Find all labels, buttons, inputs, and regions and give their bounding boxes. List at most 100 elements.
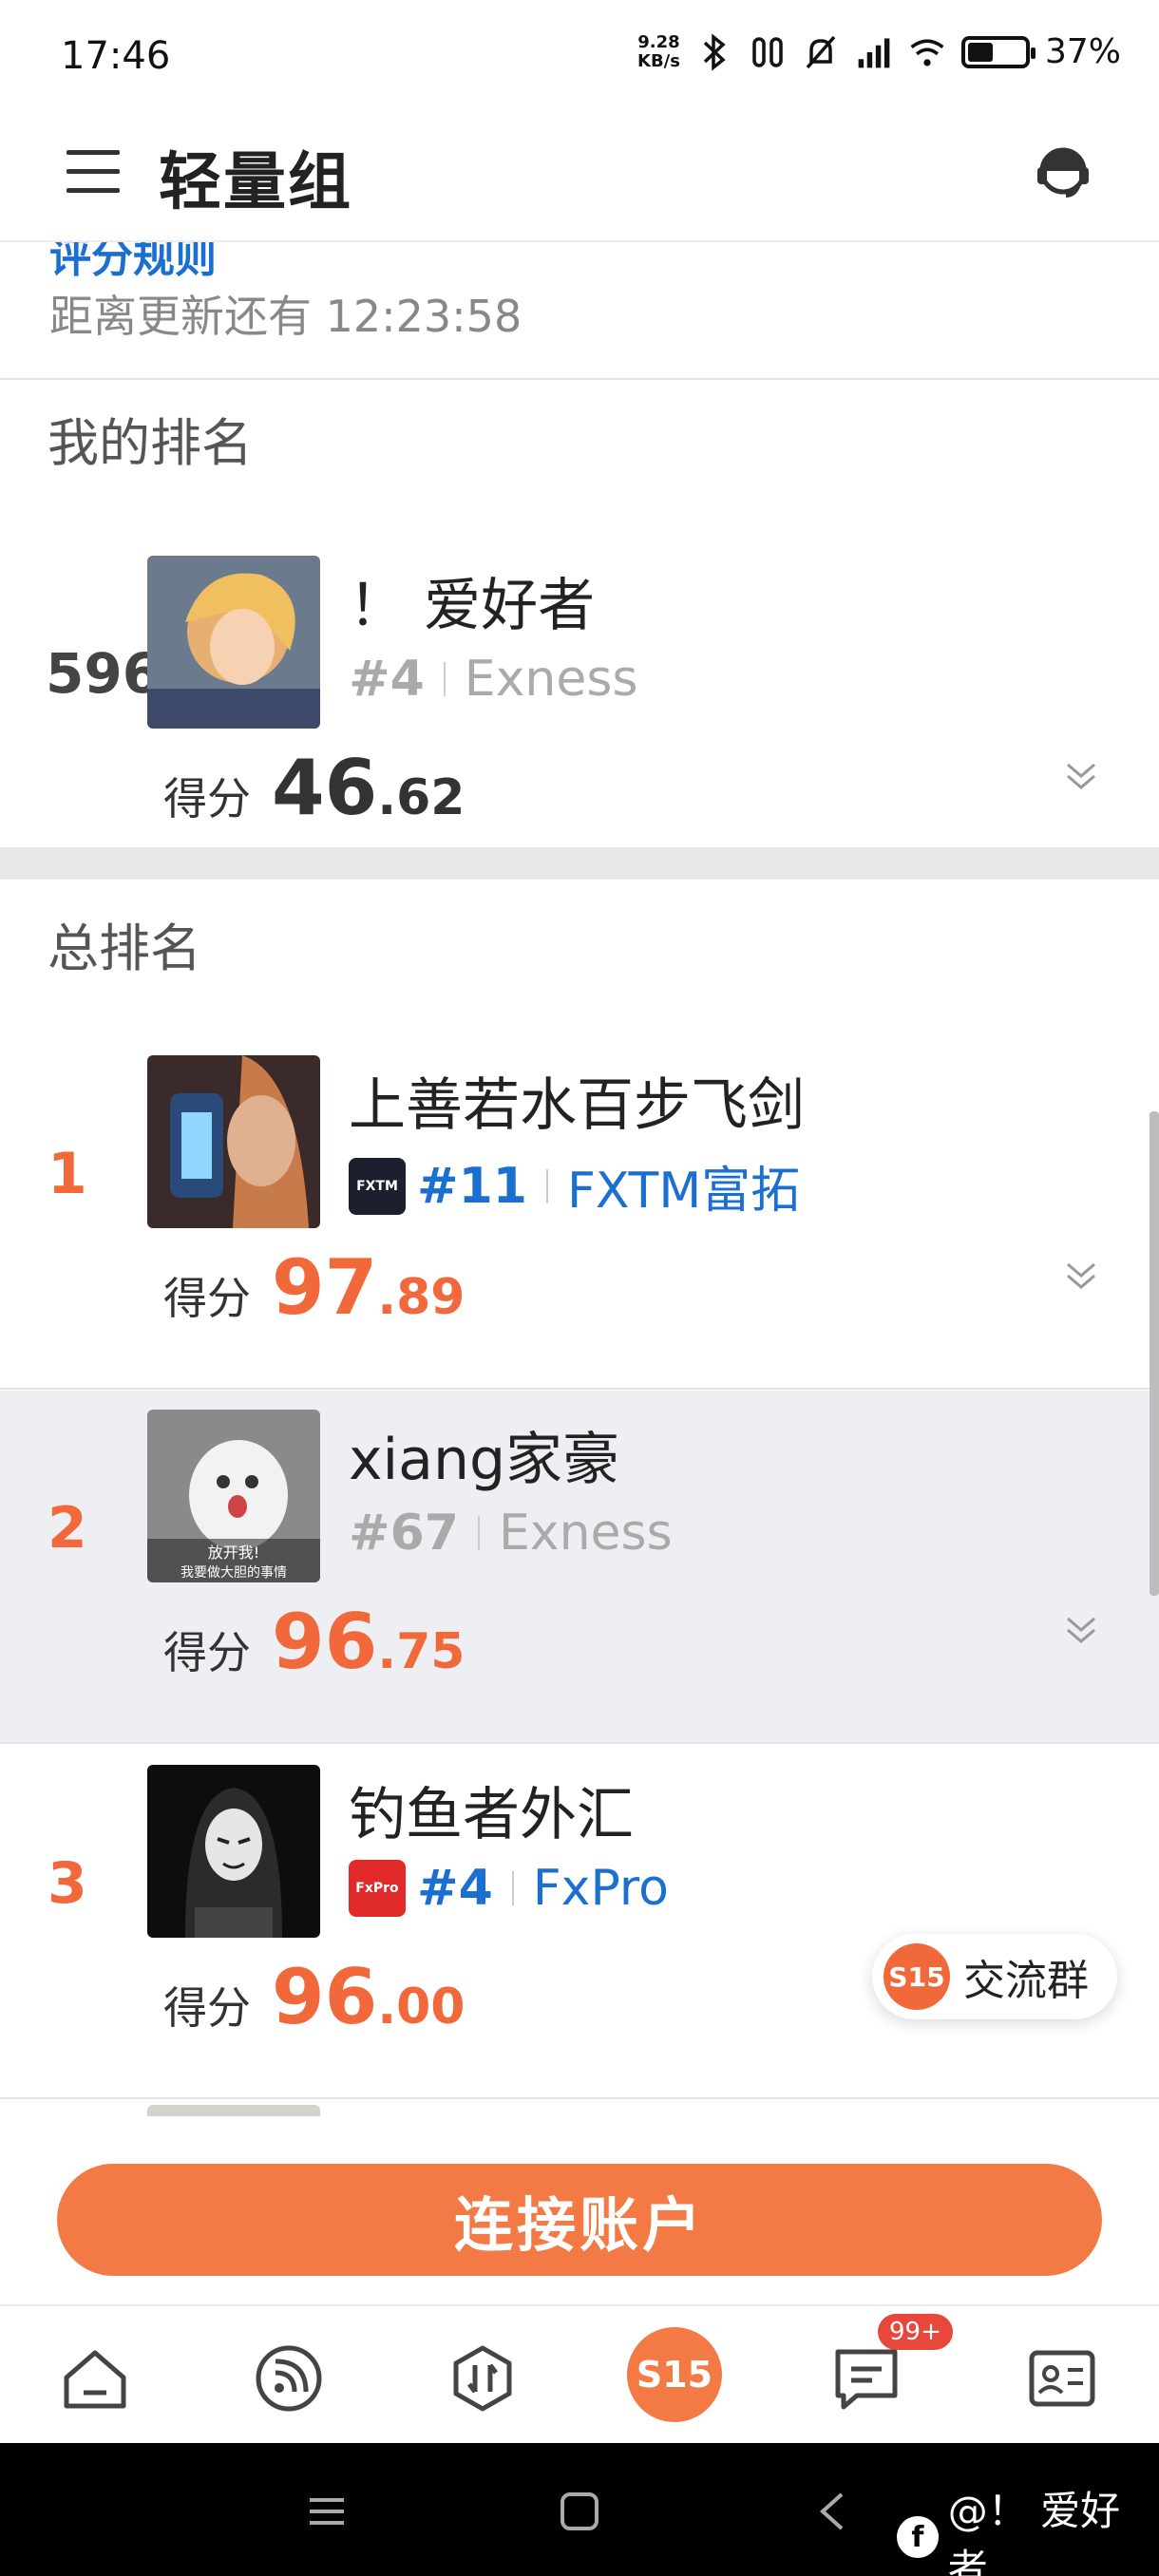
broker-rank: #4 [349,651,425,708]
broker-rank: #11 [417,1157,527,1215]
watermark-text: @！ 爱好者 [947,2488,1121,2576]
broker-name: FXTM富拓 [566,1163,801,1220]
chat-group-label: 交流群 [963,1957,1089,2005]
page-title: 轻量组 [159,145,352,218]
score-label: 得分 [163,1627,251,1678]
broker-info: #67 Exness [349,1505,673,1562]
wifi-icon [908,33,946,71]
score-decimal: .62 [377,769,466,826]
net-speed-unit: KB/s [637,50,680,71]
broker-rank: #67 [349,1505,459,1562]
broker-logo: FXTM [349,1157,406,1215]
my-ranking-title: 我的排名 [48,413,253,473]
s15-center-tab[interactable]: S15 [627,2327,722,2422]
status-bar: 17:46 9.28 KB/s 37% [0,0,1159,109]
divider [443,662,446,696]
watermark: f @！ 爱好者 [897,2479,1159,2576]
divider [477,1516,480,1550]
mute-bell-icon [802,33,840,71]
bluetooth-icon [695,32,733,71]
score: 得分 46 .62 [163,744,465,832]
menu-icon[interactable] [66,150,120,194]
chat-group-button[interactable]: S15 交流群 [872,1934,1117,2019]
home-button-icon[interactable] [551,2483,608,2540]
broker-info: #4 Exness [349,651,638,708]
home-icon[interactable] [57,2340,133,2416]
overall-ranking-title: 总排名 [48,919,201,978]
my-ranking-card: 我的排名 596 ！ 爱好者 #4 Exness 得分 46 .62 [0,380,1159,847]
update-countdown: 距离更新还有 12:23:58 [49,291,522,342]
score-label: 得分 [163,1982,251,2034]
chevron-down-icon[interactable] [1062,1611,1100,1649]
score-integer: 96 [272,1598,378,1686]
connect-account-button[interactable]: 连接账户 [57,2164,1102,2276]
cta-area: 连接账户 [0,2116,1159,2304]
score: 得分 97 .89 [163,1243,465,1332]
trade-icon[interactable] [445,2340,521,2416]
ranking-content[interactable]: 评分规则 距离更新还有 12:23:58 我的排名 596 ！ 爱好者 #4 E… [0,242,1159,2118]
net-speed: 9.28 KB/s [637,31,680,71]
feed-icon[interactable] [251,2340,327,2416]
score-integer: 46 [272,744,378,832]
message-icon[interactable] [828,2340,904,2416]
social-logo-icon: f [897,2516,939,2558]
scrollbar[interactable] [1150,1111,1159,1596]
battery-percent: 37% [1044,32,1121,71]
status-icons: 9.28 KB/s 37% [637,32,1121,71]
score-integer: 97 [272,1243,378,1332]
ranking-row-1[interactable]: 1 上善若水百步飞剑 FXTM #11 FXTM富拓 得分 97 .89 [0,1036,1159,1390]
divider [545,1168,548,1203]
recent-apps-icon[interactable] [298,2483,355,2540]
back-icon[interactable] [804,2483,861,2540]
rank-number: 3 [48,1850,87,1917]
s15-logo-icon: S15 [884,1943,950,2010]
avatar [147,556,320,729]
score-decimal: .75 [377,1623,466,1680]
avatar [147,1765,320,1938]
user-name: 钓鱼者外汇 [349,1782,634,1848]
score: 得分 96 .00 [163,1953,465,2041]
my-ranking-row[interactable]: 596 ！ 爱好者 #4 Exness 得分 46 .62 [0,537,1159,890]
broker-info: FXTM #11 FXTM富拓 [349,1150,800,1222]
user-name: xiang家豪 [349,1427,620,1493]
broker-rank: #4 [417,1860,493,1917]
rank-number: 1 [48,1141,87,1207]
net-speed-value: 9.28 [637,31,680,52]
broker-logo: FxPro [349,1860,406,1917]
ranking-row-2[interactable]: 2 放开我! 我要做大胆的事情 xiang家豪 #67 Exness 得分 96… [0,1391,1159,1744]
score-label: 得分 [163,1273,251,1324]
score-integer: 96 [272,1953,378,2041]
user-name: 上善若水百步飞剑 [349,1072,805,1139]
score-decimal: .89 [377,1269,466,1326]
cellular-signal-icon [855,33,893,71]
avatar-caption-line-1: 放开我! [208,1544,259,1562]
avatar [147,1055,320,1228]
chevron-down-icon[interactable] [1062,757,1100,795]
score: 得分 96 .75 [163,1598,465,1686]
app-bar: 轻量组 [0,104,1159,242]
chevron-down-icon[interactable] [1062,1257,1100,1295]
score-decimal: .00 [377,1979,466,2036]
broker-name: Exness [498,1505,673,1562]
battery-icon [960,35,1036,68]
rank-number: 596 [46,641,162,706]
overall-ranking-card: 总排名 1 上善若水百步飞剑 FXTM #11 FXTM富拓 得分 97 .89… [0,880,1159,2118]
user-name: ！ 爱好者 [349,573,596,639]
score-label: 得分 [163,773,251,824]
broker-info: FxPro #4 FxPro [349,1860,669,1917]
customer-service-icon[interactable] [1032,142,1094,205]
avatar-caption-line-2: 我要做大胆的事情 [180,1565,287,1581]
divider [511,1871,514,1905]
update-info-card: 评分规则 距离更新还有 12:23:58 [0,242,1159,380]
rank-number: 2 [48,1495,87,1562]
earbuds-icon [749,33,787,71]
ranking-row-3[interactable]: 3 钓鱼者外汇 FxPro #4 FxPro 得分 96 .00 [0,1746,1159,2099]
bottom-tab-bar: S15 [0,2304,1159,2443]
broker-name: Exness [464,651,638,708]
profile-card-icon[interactable] [1024,2340,1100,2416]
section-divider [0,847,1159,880]
status-time: 17:46 [61,34,171,78]
message-badge: 99+ [878,2314,953,2350]
avatar: 放开我! 我要做大胆的事情 [147,1410,320,1582]
scoring-rules-link[interactable]: 评分规则 [49,242,217,284]
